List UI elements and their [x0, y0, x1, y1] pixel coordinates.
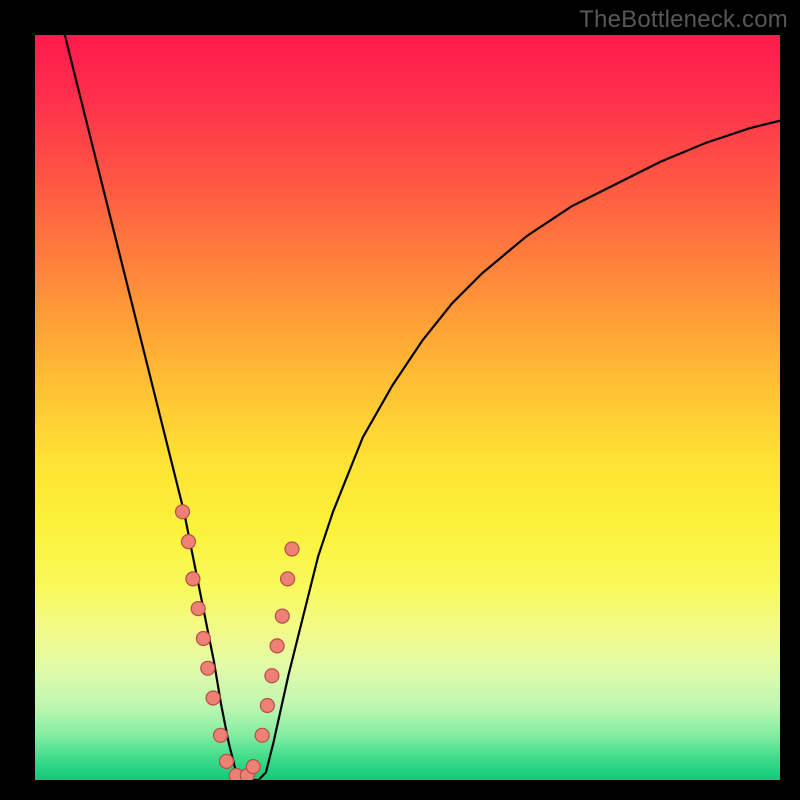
sample-marker [255, 728, 269, 742]
bottleneck-curve [65, 35, 780, 780]
sample-marker [176, 505, 190, 519]
sample-marker [182, 535, 196, 549]
sample-marker [265, 669, 279, 683]
sample-marker [191, 602, 205, 616]
sample-marker [260, 699, 274, 713]
sample-marker [186, 572, 200, 586]
sample-marker [220, 754, 234, 768]
sample-marker [270, 639, 284, 653]
sample-marker [275, 609, 289, 623]
sample-marker [285, 542, 299, 556]
sample-marker [246, 760, 260, 774]
sample-marker [206, 691, 220, 705]
watermark-text: TheBottleneck.com [579, 6, 788, 34]
sample-marker [196, 632, 210, 646]
sample-marker [281, 572, 295, 586]
chart-frame: TheBottleneck.com [0, 0, 800, 800]
plot-area [35, 35, 780, 780]
sample-markers-group [176, 505, 300, 780]
chart-svg-layer [35, 35, 780, 780]
sample-marker [201, 661, 215, 675]
sample-marker [214, 728, 228, 742]
